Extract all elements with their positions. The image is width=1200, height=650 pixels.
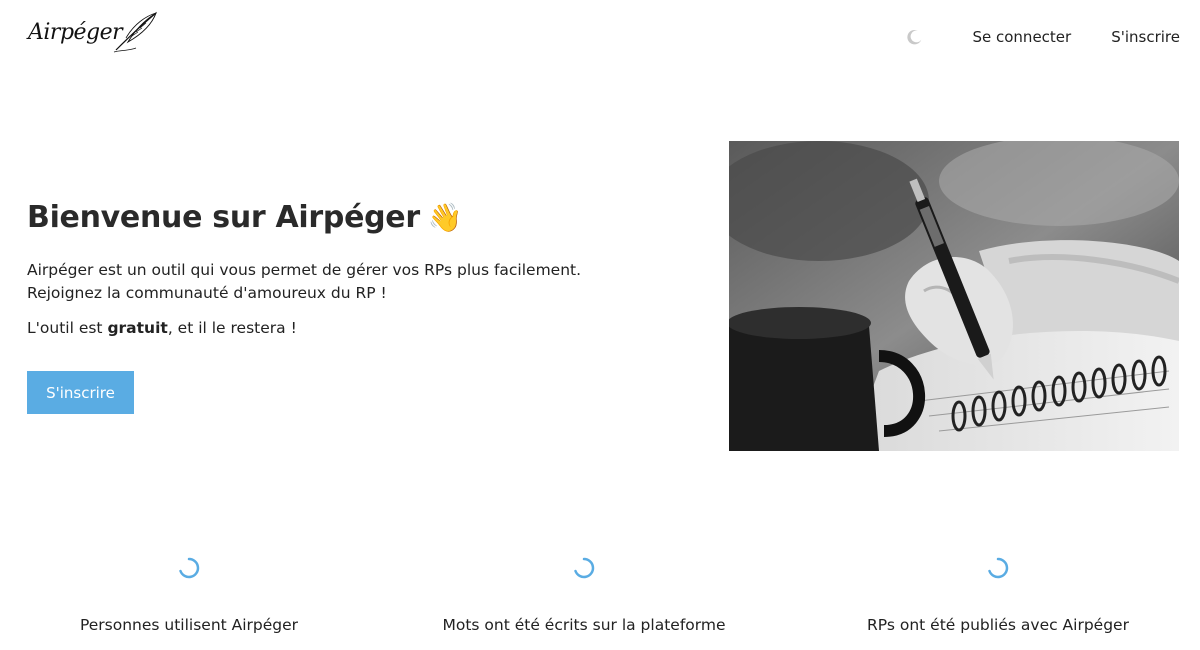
notebook-photo — [729, 141, 1179, 451]
top-nav: Se connecter S'inscrire — [906, 28, 1180, 46]
waving-hand-icon: 👋 — [427, 201, 463, 234]
logo-text: Airpéger — [28, 20, 123, 45]
loading-spinner-icon — [988, 557, 1009, 579]
hero-image — [729, 141, 1179, 451]
hero-description: Airpéger est un outil qui vous permet de… — [27, 261, 582, 302]
signup-button[interactable]: S'inscrire — [27, 371, 134, 414]
stat-rps: RPs ont été publiés avec Airpéger — [818, 556, 1178, 634]
loading-spinner-icon — [574, 557, 595, 579]
stat-words: Mots ont été écrits sur la plateforme — [404, 556, 764, 634]
stat-label: Personnes utilisent Airpéger — [79, 616, 299, 634]
signup-link[interactable]: S'inscrire — [1111, 28, 1180, 46]
header: Airpéger Se connecter S'inscrire — [0, 0, 1200, 80]
hero-section: Bienvenue sur Airpéger 👋 Airpéger est un… — [27, 200, 667, 337]
login-link[interactable]: Se connecter — [972, 28, 1071, 46]
hero-title-text: Bienvenue sur Airpéger — [27, 200, 420, 235]
feather-icon — [113, 11, 157, 53]
free-prefix: L'outil est — [27, 319, 108, 337]
logo[interactable]: Airpéger — [24, 8, 164, 58]
loading-spinner-icon — [179, 557, 200, 579]
free-bold: gratuit — [107, 319, 168, 337]
free-suffix: , et il le restera ! — [167, 319, 297, 337]
hero-free-note: L'outil est gratuit, et il le restera ! — [27, 319, 667, 337]
hero-title: Bienvenue sur Airpéger 👋 — [27, 200, 667, 235]
stat-label: RPs ont été publiés avec Airpéger — [867, 616, 1129, 634]
stat-users: Personnes utilisent Airpéger — [9, 556, 369, 634]
moon-icon[interactable] — [906, 28, 924, 46]
stat-label: Mots ont été écrits sur la plateforme — [442, 616, 726, 634]
